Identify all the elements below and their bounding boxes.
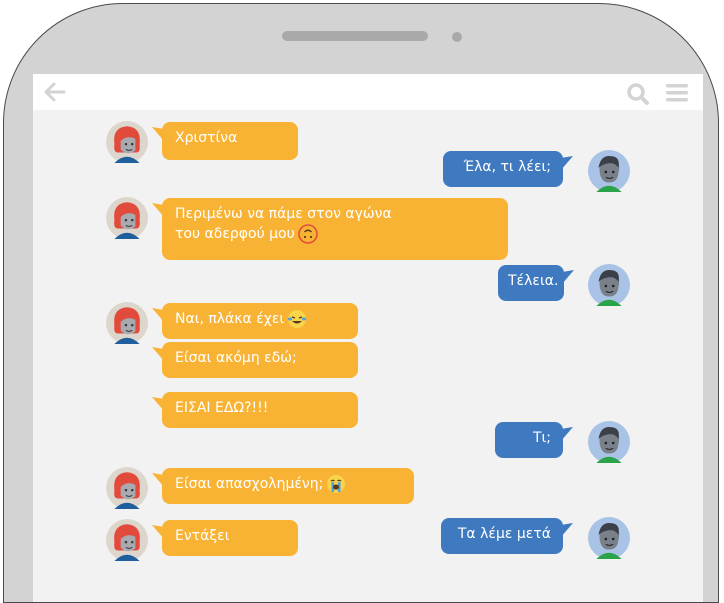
message-text: ΕΙΣΑΙ ΕΔΩ?!!! (175, 398, 348, 418)
message-text: του αδερφού μου (175, 224, 498, 244)
contact-avatar[interactable] (106, 197, 148, 239)
message-bubble[interactable]: Τέλεια. (498, 265, 564, 301)
message-text: Τα λέμε μετά (451, 524, 551, 544)
laughing-tears-icon (287, 310, 307, 328)
message-bubble[interactable]: Έλα, τι λέει; (443, 151, 563, 187)
contact-avatar[interactable] (106, 519, 148, 561)
message-bubble[interactable]: Τι; (495, 422, 563, 458)
message-text-line: Χριστίνα (175, 130, 238, 146)
outgoing-message: Τα λέμε μετά (33, 74, 703, 559)
chat-screen: Χριστίνα Έλα, τι λέει; Περιμένω να πάμε στ… (33, 74, 703, 602)
phone-speaker (282, 31, 428, 41)
upside-down-face-icon (297, 224, 318, 244)
user-avatar[interactable] (588, 150, 630, 192)
search-icon[interactable] (626, 82, 650, 106)
message-text-line: Είσαι απασχολημένη; (175, 476, 324, 492)
message-bubble[interactable]: Τα λέμε μετά (441, 518, 563, 554)
message-text-line: Εντάξει (175, 528, 230, 544)
contact-avatar[interactable] (106, 467, 148, 509)
contact-avatar[interactable] (106, 302, 148, 344)
message-text: Τι; (505, 428, 551, 448)
message-text: Τέλεια. (508, 271, 558, 291)
message-text-line: Τέλεια. (508, 273, 559, 289)
contact-avatar[interactable] (106, 121, 148, 163)
message-text: Χριστίνα (175, 128, 288, 148)
message-text: Εντάξει (175, 526, 288, 546)
user-avatar[interactable] (588, 517, 630, 559)
phone-frame: Χριστίνα Έλα, τι λέει; Περιμένω να πάμε στ… (3, 3, 719, 603)
user-avatar[interactable] (588, 421, 630, 463)
message-bubble[interactable]: ΕΙΣΑΙ ΕΔΩ?!!! (162, 392, 358, 428)
message-bubble[interactable]: Εντάξει (162, 520, 298, 556)
message-text-line: Είσαι ακόμη εδώ; (175, 350, 297, 366)
message-text-line: Περιμένω να πάμε στον αγώνα (175, 206, 392, 222)
message-text-line: Τα λέμε μετά (457, 526, 551, 542)
message-text: Είσαι ακόμη εδώ; (175, 348, 348, 368)
message-text-line: ΕΙΣΑΙ ΕΔΩ?!!! (175, 400, 269, 416)
message-bubble[interactable]: Είσαι ακόμη εδώ; (162, 342, 358, 378)
message-text: Έλα, τι λέει; (453, 157, 551, 177)
message-text-line: Ναι, πλάκα έχει (175, 311, 285, 327)
arrow-left-icon[interactable] (43, 81, 67, 103)
message-text: Είσαι απασχολημένη; (175, 474, 404, 494)
crying-face-icon (327, 475, 346, 493)
message-text: Ναι, πλάκα έχει (175, 309, 348, 329)
hamburger-menu-icon[interactable] (666, 84, 688, 102)
user-avatar[interactable] (588, 264, 630, 306)
phone-camera (452, 32, 462, 42)
message-text-line: του αδερφού μου (175, 226, 295, 242)
message-bubble[interactable]: Είσαι απασχολημένη; (162, 468, 414, 504)
message-text: Περιμένω να πάμε στον αγώνα (175, 204, 498, 224)
message-bubble[interactable]: Περιμένω να πάμε στον αγώνα του αδερφού μ… (162, 198, 508, 260)
message-text-line: Έλα, τι λέει; (463, 159, 551, 175)
message-text-line: Τι; (532, 430, 551, 446)
message-bubble[interactable]: Ναι, πλάκα έχει (162, 303, 358, 339)
chat-topbar (33, 74, 703, 110)
message-bubble[interactable]: Χριστίνα (162, 122, 298, 160)
